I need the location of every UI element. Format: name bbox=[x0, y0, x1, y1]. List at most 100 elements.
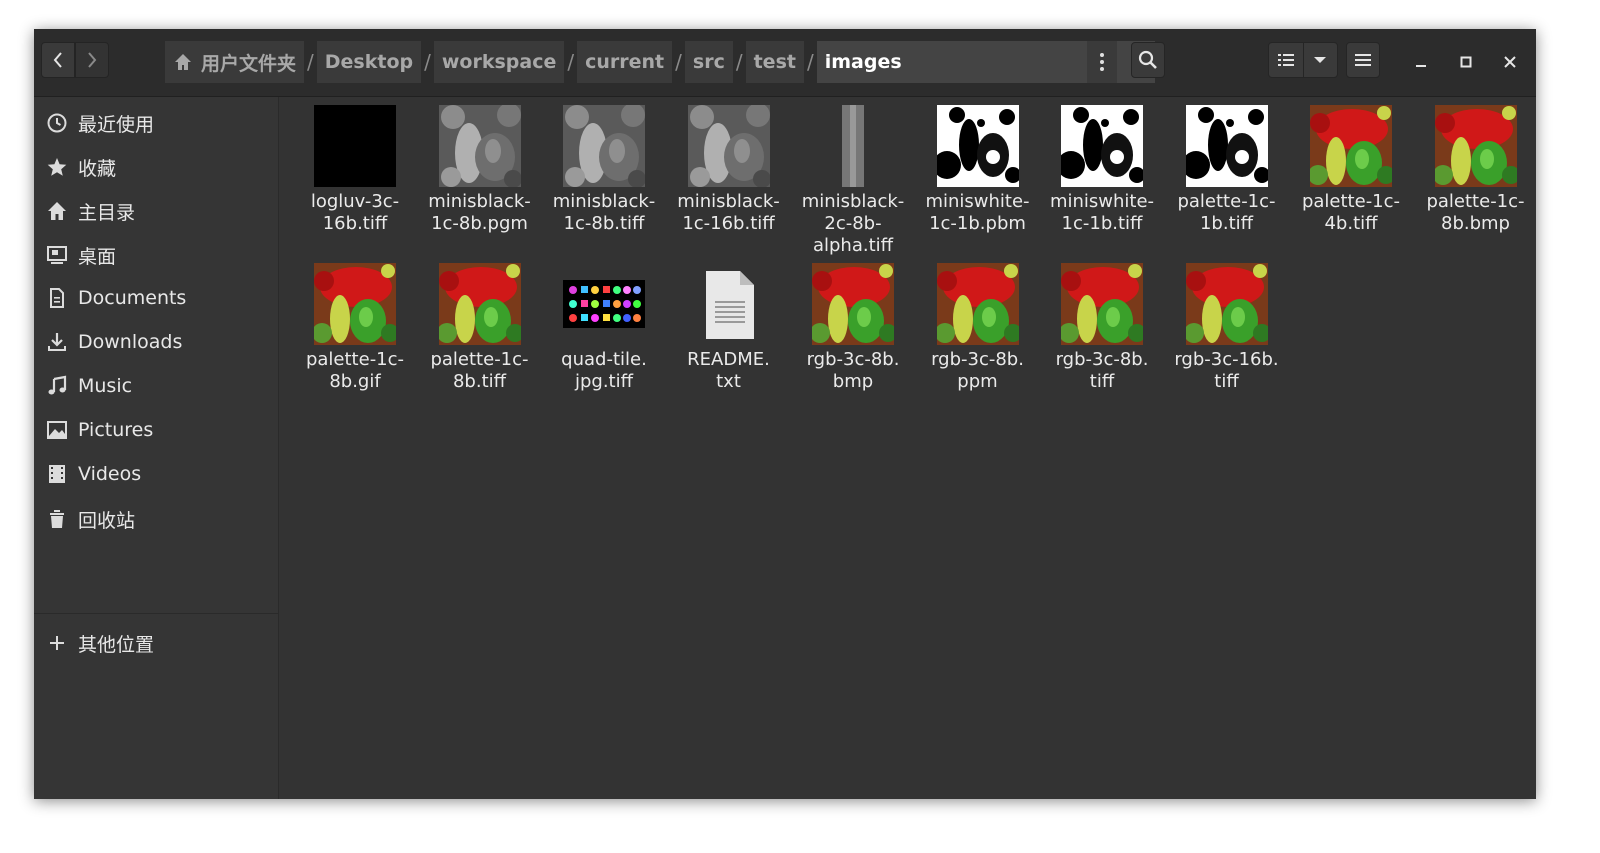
chevron-right-icon bbox=[88, 52, 97, 68]
file-name: miniswhite- 1c-1b.pbm bbox=[925, 191, 1030, 234]
search-button[interactable] bbox=[1131, 42, 1165, 78]
sidebar-item-trash[interactable]: 回收站 bbox=[34, 499, 278, 539]
star-icon bbox=[46, 156, 68, 178]
file-name: palette-1c- 8b.tiff bbox=[430, 349, 529, 392]
back-button[interactable] bbox=[41, 42, 75, 78]
download-icon bbox=[46, 331, 68, 353]
header-bar: 用户文件夹 / Desktop / workspace / current / … bbox=[34, 29, 1536, 97]
file-grid: logluv-3c- 16b.tiff minisblack- 1c-8b.pgm… bbox=[279, 97, 1536, 799]
document-icon bbox=[46, 287, 68, 309]
sidebar-item-label: Documents bbox=[78, 287, 187, 309]
sidebar-item-documents[interactable]: Documents bbox=[34, 278, 278, 318]
file-name: minisblack- 2c-8b- alpha.tiff bbox=[801, 191, 905, 256]
breadcrumb-separator: / bbox=[424, 50, 431, 74]
breadcrumb-workspace[interactable]: workspace bbox=[433, 41, 565, 83]
clock-icon bbox=[46, 112, 68, 134]
file-name: palette-1c- 1b.tiff bbox=[1177, 191, 1276, 234]
text-file-icon bbox=[688, 263, 770, 345]
file-name: minisblack- 1c-8b.pgm bbox=[428, 191, 531, 234]
sidebar-item-label: 桌面 bbox=[78, 245, 117, 268]
sidebar-item-label: 收藏 bbox=[78, 157, 117, 180]
chevron-down-icon bbox=[1314, 57, 1327, 63]
plus-icon bbox=[46, 632, 68, 654]
breadcrumb-separator: / bbox=[307, 50, 314, 74]
image-thumbnail bbox=[1434, 105, 1517, 187]
view-toggle-group bbox=[1268, 42, 1338, 78]
sidebar-item-music[interactable]: Music bbox=[34, 366, 278, 406]
music-icon bbox=[46, 375, 68, 397]
dot-icon bbox=[1100, 53, 1104, 57]
path-menu-button[interactable] bbox=[1087, 41, 1117, 83]
sidebar-item-label: Videos bbox=[78, 463, 142, 485]
maximize-button[interactable] bbox=[1452, 48, 1480, 76]
breadcrumb-home[interactable]: 用户文件夹 bbox=[165, 41, 305, 83]
sidebar-item-label: 最近使用 bbox=[78, 113, 155, 136]
sidebar: 最近使用 收藏 主目录 桌面 Documents Downloads Music bbox=[34, 97, 279, 799]
file-name: rgb-3c-8b. ppm bbox=[931, 349, 1024, 392]
image-thumbnail bbox=[1061, 105, 1143, 187]
picture-icon bbox=[46, 419, 68, 441]
dot-icon bbox=[1100, 67, 1104, 71]
sidebar-item-downloads[interactable]: Downloads bbox=[34, 322, 278, 362]
sidebar-item-label: Music bbox=[78, 375, 133, 397]
sidebar-item-label: 主目录 bbox=[78, 201, 136, 224]
forward-button[interactable] bbox=[75, 42, 109, 78]
image-thumbnail bbox=[438, 105, 521, 187]
breadcrumb-test[interactable]: test bbox=[745, 41, 804, 83]
breadcrumb-src[interactable]: src bbox=[684, 41, 733, 83]
file-name: miniswhite- 1c-1b.tiff bbox=[1049, 191, 1155, 234]
view-options-dropdown[interactable] bbox=[1304, 43, 1337, 77]
minimize-button[interactable] bbox=[1407, 48, 1435, 76]
home-icon bbox=[46, 200, 68, 222]
sidebar-item-other-locations[interactable]: 其他位置 bbox=[34, 623, 278, 663]
main-menu-button[interactable] bbox=[1346, 42, 1380, 78]
dot-icon bbox=[1100, 60, 1104, 64]
sidebar-item-home[interactable]: 主目录 bbox=[34, 191, 278, 231]
image-thumbnail bbox=[314, 263, 396, 345]
sidebar-item-recent[interactable]: 最近使用 bbox=[34, 103, 278, 143]
breadcrumb: 用户文件夹 / Desktop / workspace / current / … bbox=[165, 41, 1155, 83]
file-name: rgb-3c-8b. tiff bbox=[1055, 349, 1149, 392]
film-icon bbox=[46, 463, 68, 485]
image-thumbnail bbox=[812, 105, 894, 187]
file-manager-window: 用户文件夹 / Desktop / workspace / current / … bbox=[34, 29, 1536, 799]
list-view-button[interactable] bbox=[1269, 43, 1304, 77]
image-thumbnail bbox=[438, 263, 521, 345]
sidebar-item-desktop[interactable]: 桌面 bbox=[34, 235, 278, 275]
image-thumbnail bbox=[314, 105, 396, 187]
breadcrumb-separator: / bbox=[806, 50, 814, 74]
breadcrumb-desktop[interactable]: Desktop bbox=[316, 41, 422, 83]
desktop-icon bbox=[46, 244, 68, 266]
search-icon bbox=[1138, 50, 1157, 69]
image-thumbnail bbox=[1310, 105, 1392, 187]
breadcrumb-label: 用户文件夹 bbox=[201, 52, 297, 75]
file-name: minisblack- 1c-8b.tiff bbox=[552, 191, 656, 234]
maximize-icon bbox=[1460, 56, 1472, 68]
navigation-buttons bbox=[41, 42, 111, 78]
breadcrumb-separator: / bbox=[675, 50, 682, 74]
file-name: logluv-3c- 16b.tiff bbox=[310, 191, 400, 234]
sidebar-item-label: 其他位置 bbox=[78, 633, 155, 656]
sidebar-item-pictures[interactable]: Pictures bbox=[34, 410, 278, 450]
image-thumbnail bbox=[563, 263, 645, 345]
file-name: rgb-3c-8b. bmp bbox=[806, 349, 900, 392]
close-button[interactable] bbox=[1496, 48, 1524, 76]
image-thumbnail bbox=[687, 105, 770, 187]
file-name: palette-1c- 8b.bmp bbox=[1426, 191, 1525, 234]
sidebar-item-starred[interactable]: 收藏 bbox=[34, 147, 278, 187]
sidebar-item-videos[interactable]: Videos bbox=[34, 454, 278, 494]
minimize-icon bbox=[1416, 65, 1426, 67]
file-name: minisblack- 1c-16b.tiff bbox=[677, 191, 780, 234]
file-name: rgb-3c-16b. tiff bbox=[1174, 349, 1279, 392]
close-icon bbox=[1504, 56, 1516, 68]
hamburger-icon bbox=[1355, 54, 1371, 66]
image-thumbnail bbox=[936, 105, 1019, 187]
image-thumbnail bbox=[936, 263, 1019, 345]
sidebar-item-label: Pictures bbox=[78, 419, 154, 441]
home-icon bbox=[173, 52, 193, 72]
file-name: palette-1c- 4b.tiff bbox=[1301, 191, 1401, 234]
sidebar-divider bbox=[34, 613, 278, 614]
image-thumbnail bbox=[812, 263, 894, 345]
breadcrumb-current[interactable]: current bbox=[577, 41, 673, 83]
image-thumbnail bbox=[1185, 263, 1268, 345]
